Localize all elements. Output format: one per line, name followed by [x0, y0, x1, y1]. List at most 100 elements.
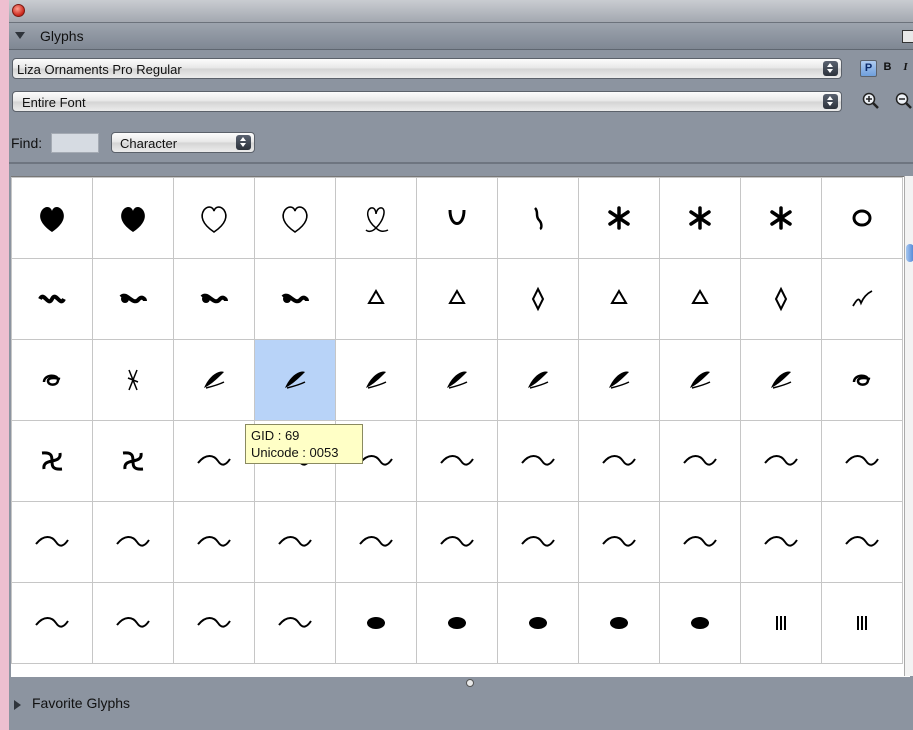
glyph-cell[interactable] — [335, 258, 417, 340]
diamond-icon — [774, 286, 788, 312]
glyph-cell[interactable] — [11, 420, 93, 502]
glyph-cell[interactable] — [335, 501, 417, 583]
glyph-cell[interactable] — [335, 177, 417, 259]
glyph-cell[interactable] — [335, 582, 417, 664]
glyph-cell[interactable] — [173, 177, 255, 259]
glyph-cell[interactable] — [659, 177, 741, 259]
collapse-triangle-icon[interactable] — [15, 32, 25, 39]
glyph-cell[interactable] — [821, 339, 903, 421]
glyph-cell[interactable] — [497, 582, 579, 664]
glyph-cell[interactable] — [740, 177, 822, 259]
glyph-cell[interactable] — [416, 501, 498, 583]
glyph-cell[interactable] — [173, 501, 255, 583]
blot-icon — [691, 617, 709, 629]
scope-select[interactable]: Entire Font — [12, 91, 842, 112]
style-button-plain[interactable]: P — [860, 60, 877, 77]
glyph-cell[interactable] — [740, 339, 822, 421]
heart-outline-icon — [282, 206, 308, 233]
glyph-cell[interactable] — [416, 582, 498, 664]
find-mode-select[interactable]: Character — [111, 132, 255, 153]
panel-menu-icon[interactable] — [902, 30, 913, 43]
glyph-cell[interactable] — [821, 582, 903, 664]
glyph-cell[interactable] — [92, 339, 174, 421]
glyph-cell[interactable] — [497, 420, 579, 502]
glyph-cell[interactable] — [578, 177, 660, 259]
glyph-cell[interactable] — [173, 258, 255, 340]
glyph-cell[interactable] — [173, 420, 255, 502]
bar-icon — [776, 616, 786, 630]
curl-icon — [42, 374, 61, 386]
glyph-cell[interactable] — [416, 258, 498, 340]
glyph-cell[interactable] — [11, 258, 93, 340]
glyph-cell[interactable] — [578, 420, 660, 502]
flourish-icon — [534, 207, 543, 231]
glyph-cell[interactable] — [92, 420, 174, 502]
glyph-cell[interactable] — [578, 501, 660, 583]
glyph-cell[interactable] — [416, 420, 498, 502]
glyph-cell[interactable] — [92, 501, 174, 583]
glyph-cell[interactable] — [740, 501, 822, 583]
glyph-cell[interactable] — [173, 339, 255, 421]
style-button-bold[interactable]: B — [879, 60, 896, 77]
vertical-scrollbar[interactable] — [904, 176, 913, 676]
glyph-cell[interactable] — [11, 339, 93, 421]
glyph-cell[interactable] — [497, 258, 579, 340]
knot-icon — [122, 451, 144, 471]
favorite-glyphs-section[interactable]: Favorite Glyphs — [9, 688, 913, 718]
glyph-cell[interactable] — [578, 339, 660, 421]
glyph-cell[interactable] — [11, 501, 93, 583]
glyph-cell[interactable] — [92, 582, 174, 664]
style-button-italic[interactable]: I — [897, 60, 913, 77]
find-input[interactable] — [51, 133, 99, 153]
glyph-cell[interactable] — [497, 177, 579, 259]
glyph-row — [11, 258, 903, 340]
glyph-cell[interactable] — [821, 177, 903, 259]
zoom-out-icon[interactable] — [895, 92, 912, 109]
glyph-cell[interactable] — [335, 339, 417, 421]
glyph-cell[interactable] — [254, 258, 336, 340]
glyph-cell[interactable] — [416, 177, 498, 259]
scrollbar-thumb[interactable] — [906, 244, 913, 262]
glyph-cell[interactable] — [659, 420, 741, 502]
glyph-cell[interactable] — [92, 177, 174, 259]
glyph-cell[interactable] — [92, 258, 174, 340]
glyph-cell[interactable] — [821, 501, 903, 583]
glyph-cell[interactable] — [254, 177, 336, 259]
panel-header[interactable]: Glyphs — [9, 23, 913, 50]
glyph-cell[interactable] — [659, 501, 741, 583]
expand-triangle-icon[interactable] — [14, 700, 21, 710]
ribbon-heart-icon — [365, 207, 389, 233]
glyph-cell[interactable] — [740, 420, 822, 502]
glyph-cell[interactable] — [740, 582, 822, 664]
glyph-cell[interactable] — [659, 339, 741, 421]
glyph-cell[interactable] — [173, 582, 255, 664]
swash-icon — [521, 536, 555, 547]
font-select[interactable]: Liza Ornaments Pro Regular — [12, 58, 842, 79]
glyph-cell[interactable] — [659, 582, 741, 664]
glyph-cell[interactable] — [254, 501, 336, 583]
glyph-cell[interactable] — [11, 582, 93, 664]
glyph-cell[interactable] — [578, 258, 660, 340]
glyph-row — [11, 420, 903, 502]
resize-handle[interactable] — [466, 679, 474, 687]
glyph-cell[interactable] — [740, 258, 822, 340]
zoom-in-icon[interactable] — [862, 92, 879, 109]
swash-icon — [35, 617, 69, 628]
glyph-row — [11, 582, 903, 664]
glyph-cell[interactable] — [821, 258, 903, 340]
glyph-cell[interactable] — [578, 582, 660, 664]
drop-icon — [367, 289, 385, 304]
glyph-cell[interactable] — [497, 339, 579, 421]
glyph-grid[interactable] — [11, 176, 910, 677]
glyph-cell[interactable] — [821, 420, 903, 502]
glyph-cell[interactable] — [11, 177, 93, 259]
glyph-cell[interactable] — [254, 339, 336, 421]
glyph-cell[interactable] — [497, 501, 579, 583]
glyph-cell[interactable] — [416, 339, 498, 421]
ring-icon — [852, 209, 872, 227]
close-button[interactable] — [12, 4, 25, 17]
swash-icon — [116, 617, 150, 628]
glyph-cell[interactable] — [254, 582, 336, 664]
glyph-cell[interactable] — [659, 258, 741, 340]
leaf-icon — [690, 371, 711, 389]
